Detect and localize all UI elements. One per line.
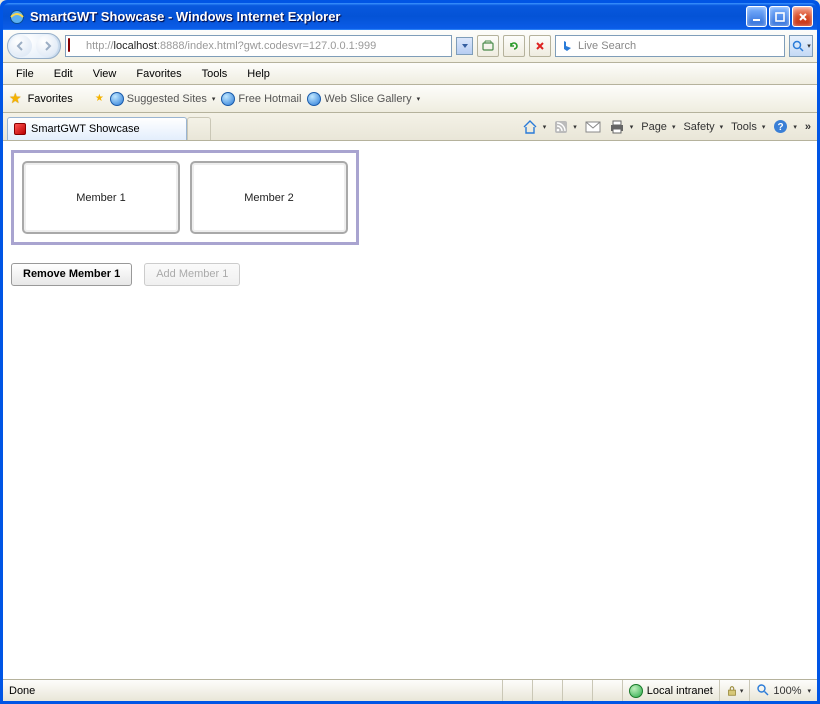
active-tab[interactable]: SmartGWT Showcase xyxy=(7,117,187,140)
ie-page-icon xyxy=(307,92,321,106)
ie-window: SmartGWT Showcase - Windows Internet Exp… xyxy=(0,0,820,704)
bing-icon xyxy=(560,39,574,53)
refresh-button[interactable] xyxy=(503,35,525,57)
address-dropdown-button[interactable] xyxy=(456,37,473,55)
tab-favicon-icon xyxy=(14,123,26,135)
minimize-button[interactable] xyxy=(746,6,767,27)
safety-menu[interactable]: Safety▾ xyxy=(683,121,723,133)
favorites-star-icon[interactable]: ★ xyxy=(9,90,22,107)
zoom-control[interactable]: 100% ▾ xyxy=(749,680,817,701)
status-spacer xyxy=(562,680,592,701)
home-button[interactable]: ▾ xyxy=(522,119,547,135)
status-spacer xyxy=(532,680,562,701)
member-2-label: Member 2 xyxy=(244,192,294,204)
window-buttons xyxy=(746,6,813,27)
navigation-toolbar: http://localhost:8888/index.html?gwt.cod… xyxy=(3,30,817,63)
lock-icon xyxy=(726,685,738,697)
search-go-button[interactable]: ▾ xyxy=(789,35,813,57)
menu-help[interactable]: Help xyxy=(238,66,279,82)
chevron-down-icon: ▾ xyxy=(212,95,216,103)
url-text: http://localhost:8888/index.html?gwt.cod… xyxy=(86,40,449,52)
status-spacer xyxy=(592,680,622,701)
chevron-down-icon: ▾ xyxy=(573,123,577,131)
magnifier-icon xyxy=(756,683,769,699)
ie-page-icon xyxy=(221,92,235,106)
member-1-box: Member 1 xyxy=(22,161,180,234)
command-bar: ▾ ▾ ▾ Page▾ Safety▾ Tools▾ ? ▾ xyxy=(522,119,813,135)
close-button[interactable] xyxy=(792,6,813,27)
zoom-level: 100% xyxy=(773,685,801,697)
status-spacer xyxy=(502,680,532,701)
web-slice-gallery-link[interactable]: Web Slice Gallery ▾ xyxy=(307,92,420,106)
new-tab-button[interactable] xyxy=(187,117,211,140)
add-favorite-star-icon[interactable]: ★ xyxy=(95,93,104,104)
member-2-box: Member 2 xyxy=(190,161,348,234)
chevron-down-icon: ▾ xyxy=(740,687,744,695)
button-row: Remove Member 1 Add Member 1 xyxy=(11,263,809,286)
chevron-down-icon: ▾ xyxy=(807,687,811,695)
search-box[interactable]: Live Search xyxy=(555,35,785,57)
ie-page-icon xyxy=(110,92,124,106)
menu-favorites[interactable]: Favorites xyxy=(127,66,190,82)
site-favicon-icon xyxy=(68,39,82,53)
feeds-button[interactable]: ▾ xyxy=(554,120,577,134)
security-zone[interactable]: Local intranet xyxy=(622,680,719,701)
print-button[interactable]: ▾ xyxy=(609,120,634,134)
page-menu[interactable]: Page▾ xyxy=(641,121,675,133)
layout-container: Member 1 Member 2 xyxy=(11,150,359,245)
chevron-down-icon: ▾ xyxy=(543,123,547,131)
chevron-down-icon: ▾ xyxy=(793,123,797,131)
free-hotmail-link[interactable]: Free Hotmail xyxy=(221,92,301,106)
status-text: Done xyxy=(3,680,502,701)
tools-menu[interactable]: Tools▾ xyxy=(731,121,765,133)
compatibility-view-button[interactable] xyxy=(477,35,499,57)
zone-globe-icon xyxy=(629,684,643,698)
maximize-button[interactable] xyxy=(769,6,790,27)
read-mail-button[interactable] xyxy=(585,121,601,133)
title-bar[interactable]: SmartGWT Showcase - Windows Internet Exp… xyxy=(3,3,817,30)
page-content: Member 1 Member 2 Remove Member 1 Add Me… xyxy=(3,141,817,679)
tab-title: SmartGWT Showcase xyxy=(31,123,140,135)
favorites-bar: ★ Favorites ★ Suggested Sites ▾ Free Hot… xyxy=(3,85,817,113)
client-area: http://localhost:8888/index.html?gwt.cod… xyxy=(3,30,817,701)
chevron-down-icon: ▾ xyxy=(807,42,811,50)
suggested-sites-link[interactable]: Suggested Sites ▾ xyxy=(110,92,216,106)
add-member-1-button: Add Member 1 xyxy=(144,263,240,286)
address-bar[interactable]: http://localhost:8888/index.html?gwt.cod… xyxy=(65,35,452,57)
svg-text:?: ? xyxy=(778,122,784,133)
back-button[interactable] xyxy=(10,35,32,57)
tabs-container: SmartGWT Showcase xyxy=(7,113,211,140)
member-1-label: Member 1 xyxy=(76,192,126,204)
menu-view[interactable]: View xyxy=(84,66,126,82)
menu-tools[interactable]: Tools xyxy=(193,66,237,82)
favorites-label[interactable]: Favorites xyxy=(28,93,73,105)
chevron-down-icon: ▾ xyxy=(630,123,634,131)
toolbar-overflow-button[interactable]: » xyxy=(805,121,811,133)
tab-strip: SmartGWT Showcase ▾ ▾ ▾ xyxy=(3,113,817,141)
menu-edit[interactable]: Edit xyxy=(45,66,82,82)
help-button[interactable]: ? ▾ xyxy=(773,119,797,134)
menu-file[interactable]: File xyxy=(7,66,43,82)
chevron-down-icon: ▾ xyxy=(417,95,421,103)
stop-button[interactable] xyxy=(529,35,551,57)
window-title: SmartGWT Showcase - Windows Internet Exp… xyxy=(30,9,746,24)
search-placeholder: Live Search xyxy=(578,40,636,52)
status-bar: Done Local intranet ▾ 100% ▾ xyxy=(3,679,817,701)
forward-button[interactable] xyxy=(36,35,58,57)
remove-member-1-button[interactable]: Remove Member 1 xyxy=(11,263,132,286)
back-forward-cluster xyxy=(7,33,61,59)
ie-logo-icon xyxy=(9,9,25,25)
protected-mode[interactable]: ▾ xyxy=(719,680,750,701)
menu-bar: File Edit View Favorites Tools Help xyxy=(3,63,817,85)
